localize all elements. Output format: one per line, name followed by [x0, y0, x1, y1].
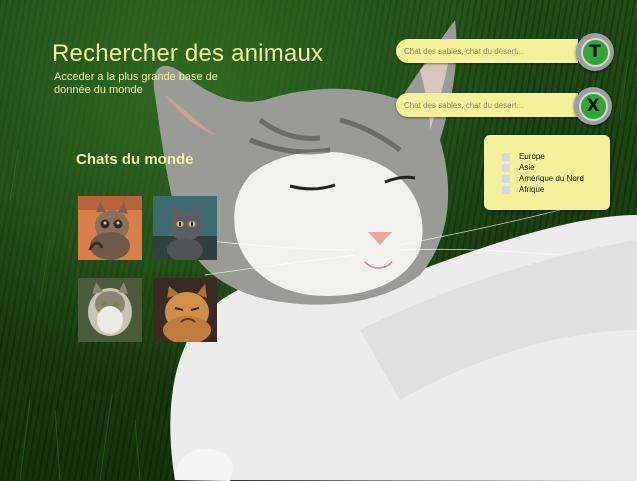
cat-thumbnail-1[interactable]: [78, 196, 142, 260]
cat-thumbnail-2[interactable]: [153, 196, 217, 260]
region-label: Europe: [519, 152, 545, 161]
region-option-afrique[interactable]: Afrique: [502, 184, 544, 195]
clear-button-bottom-label: X: [578, 91, 608, 121]
region-label: Amérique du Nord: [519, 174, 584, 183]
page-title: Rechercher des animaux: [52, 40, 324, 67]
search-button-top[interactable]: T: [576, 33, 614, 71]
region-checkbox[interactable]: [502, 163, 510, 172]
region-option-asie[interactable]: Asie: [502, 162, 535, 173]
cat-thumbnail-4[interactable]: [153, 278, 217, 342]
search-input-top[interactable]: [404, 43, 569, 59]
region-label: Afrique: [519, 185, 545, 194]
page-subtitle: Acceder a la plus grande base de donnée …: [54, 71, 218, 96]
search-input-bottom[interactable]: [404, 97, 569, 113]
search-bar-bottom: [396, 93, 578, 117]
region-label: Asie: [519, 163, 535, 172]
search-button-top-label: T: [580, 37, 610, 67]
region-option-amerique-du-nord[interactable]: Amérique du Nord: [502, 173, 584, 184]
section-title: Chats du monde: [76, 151, 194, 168]
region-checkbox[interactable]: [502, 174, 510, 183]
region-checkbox[interactable]: [502, 185, 510, 194]
region-checkbox[interactable]: [502, 152, 510, 161]
region-option-europe[interactable]: Europe: [502, 151, 545, 162]
cat-thumbnail-3[interactable]: [78, 278, 142, 342]
clear-button-bottom[interactable]: X: [574, 87, 612, 125]
region-filter-panel: Europe Asie Amérique du Nord Afrique: [484, 135, 610, 210]
search-bar-top: [396, 39, 578, 63]
